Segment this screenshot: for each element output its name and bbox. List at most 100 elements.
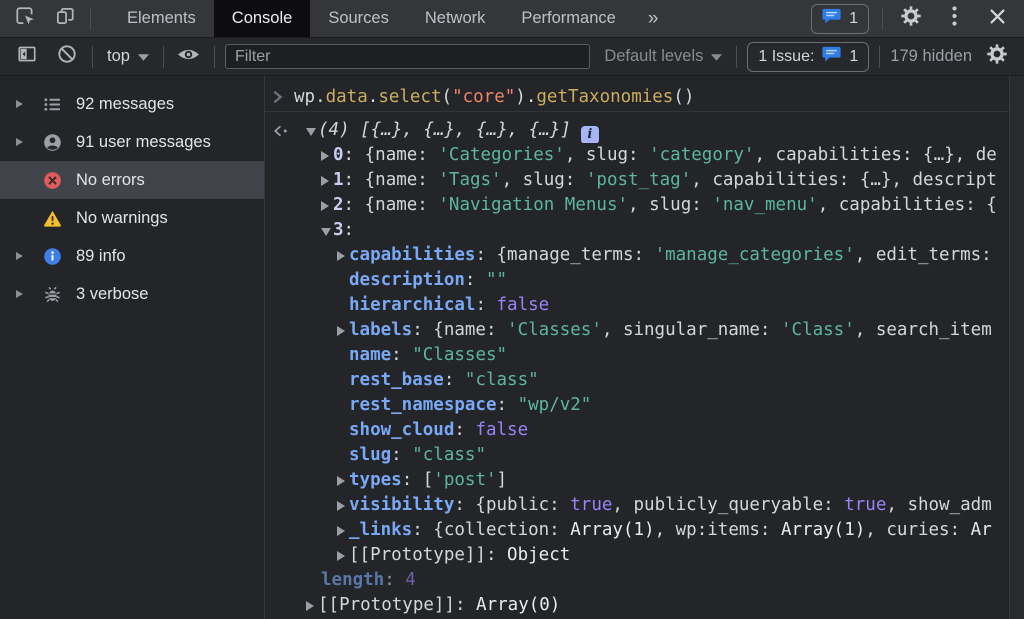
console-token: "" bbox=[486, 270, 507, 290]
console-token: , show_adm bbox=[886, 495, 991, 515]
expand-triangle-icon[interactable] bbox=[321, 151, 329, 161]
more-tabs-button[interactable]: » bbox=[634, 0, 673, 37]
console-token: . bbox=[368, 87, 379, 107]
console-token: : bbox=[391, 445, 412, 465]
hidden-messages-label: 179 hidden bbox=[890, 47, 972, 66]
separator bbox=[882, 8, 883, 30]
expand-triangle-icon[interactable] bbox=[337, 326, 345, 336]
tab-performance[interactable]: Performance bbox=[503, 0, 633, 37]
console-token: , publicly_queryable: bbox=[612, 495, 844, 515]
separator bbox=[214, 46, 215, 68]
context-label: top bbox=[107, 47, 130, 66]
console-token: "class" bbox=[465, 370, 539, 390]
console-messages-button[interactable]: 1 bbox=[811, 4, 869, 34]
console-row: [[Prototype]]: Array(0) bbox=[265, 593, 1009, 618]
expand-triangle-icon[interactable] bbox=[337, 526, 345, 536]
sidebar-item-messages[interactable]: 92 messages bbox=[0, 85, 264, 123]
return-icon bbox=[272, 124, 289, 137]
console-token: , slug: bbox=[628, 195, 712, 215]
expand-triangle-icon[interactable] bbox=[321, 176, 329, 186]
gear-icon bbox=[986, 43, 1008, 70]
tab-network[interactable]: Network bbox=[407, 0, 504, 37]
gear-icon bbox=[900, 5, 922, 32]
console-token: select bbox=[378, 87, 441, 107]
sidebar-item-label: No warnings bbox=[76, 209, 168, 228]
expand-triangle-icon[interactable] bbox=[337, 501, 345, 511]
expand-triangle-icon[interactable] bbox=[16, 138, 23, 146]
console-token: getTaxonomies bbox=[536, 87, 673, 107]
expand-triangle-icon[interactable] bbox=[337, 476, 345, 486]
create-live-expression-button[interactable] bbox=[174, 43, 204, 71]
log-levels-dropdown[interactable]: Default levels bbox=[600, 45, 726, 68]
console-token: 'Classes' bbox=[507, 320, 602, 340]
javascript-context-dropdown[interactable]: top bbox=[103, 45, 153, 68]
console-token: [[Prototype]] bbox=[349, 545, 486, 565]
console-token: types bbox=[349, 470, 402, 490]
sidebar-item-info[interactable]: 89 info bbox=[0, 237, 264, 275]
console-token: rest_base bbox=[349, 370, 444, 390]
toggle-device-toolbar-button[interactable] bbox=[50, 5, 80, 33]
console-token: , slug: bbox=[502, 170, 586, 190]
collapse-triangle-icon[interactable] bbox=[321, 228, 331, 236]
panel-tabs: ElementsConsoleSourcesNetworkPerformance bbox=[109, 0, 634, 37]
expand-triangle-icon[interactable] bbox=[16, 290, 23, 298]
console-token: 0 bbox=[333, 145, 344, 165]
console-command-row: wp.data.select("core").getTaxonomies() bbox=[265, 82, 1009, 112]
console-row: [[Prototype]]: Object bbox=[265, 543, 1009, 568]
messages-count: 1 bbox=[849, 10, 858, 28]
collapse-triangle-icon[interactable] bbox=[306, 128, 316, 136]
console-row: 2: {name: 'Navigation Menus', slug: 'nav… bbox=[265, 193, 1009, 218]
expand-triangle-icon[interactable] bbox=[16, 252, 23, 260]
warning-icon bbox=[42, 208, 62, 228]
customize-devtools-button[interactable] bbox=[939, 5, 969, 33]
console-token: wp. bbox=[294, 87, 326, 107]
console-insights-badge[interactable]: i bbox=[581, 126, 599, 144]
console-token: 4 bbox=[405, 570, 416, 590]
expand-triangle-icon[interactable] bbox=[306, 601, 314, 611]
sidebar-item-user-messages[interactable]: 91 user messages bbox=[0, 123, 264, 161]
issues-label: 1 Issue: bbox=[758, 48, 814, 66]
caret-down-icon bbox=[138, 47, 149, 66]
expand-triangle-icon[interactable] bbox=[337, 551, 345, 561]
issues-button[interactable]: 1 Issue: 1 bbox=[747, 42, 869, 72]
sidebar-item-label: No errors bbox=[76, 171, 145, 190]
console-settings-button[interactable] bbox=[982, 43, 1012, 71]
expand-triangle-icon[interactable] bbox=[321, 201, 329, 211]
clear-console-button[interactable] bbox=[52, 43, 82, 71]
settings-button[interactable] bbox=[896, 5, 926, 33]
console-token: ). bbox=[515, 87, 536, 107]
separator bbox=[879, 46, 880, 68]
console-token: "Classes" bbox=[412, 345, 507, 365]
console-token: 1 bbox=[333, 170, 344, 190]
console-token: 'manage_categories' bbox=[655, 245, 855, 265]
console-row: length: 4 bbox=[265, 568, 1009, 593]
tab-elements[interactable]: Elements bbox=[109, 0, 214, 37]
console-token: : bbox=[465, 270, 486, 290]
separator bbox=[92, 46, 93, 68]
sidebar-item-label: 91 user messages bbox=[76, 133, 211, 152]
inspect-element-button[interactable] bbox=[10, 5, 40, 33]
scrollbar[interactable] bbox=[1009, 76, 1024, 619]
console-token: 'category' bbox=[649, 145, 754, 165]
expand-triangle-icon[interactable] bbox=[16, 100, 23, 108]
console-row: slug: "class" bbox=[265, 443, 1009, 468]
tab-console[interactable]: Console bbox=[214, 0, 311, 37]
console-token: : {name: bbox=[344, 195, 439, 215]
tab-sources[interactable]: Sources bbox=[310, 0, 407, 37]
console-token: (4) [{…}, {…}, {…}, {…}] bbox=[318, 120, 571, 140]
toggle-console-sidebar-button[interactable] bbox=[12, 43, 42, 71]
separator bbox=[736, 46, 737, 68]
sidebar-item-no-errors[interactable]: No errors bbox=[0, 161, 264, 199]
tabbar-right-controls: 1 bbox=[811, 0, 1024, 37]
sidebar-item-verbose[interactable]: 3 verbose bbox=[0, 275, 264, 313]
console-token: "core" bbox=[452, 87, 515, 107]
expand-triangle-icon[interactable] bbox=[337, 251, 345, 261]
sidebar-item-no-warnings[interactable]: No warnings bbox=[0, 199, 264, 237]
close-devtools-button[interactable] bbox=[982, 5, 1012, 33]
console-token: Array(1) bbox=[781, 520, 865, 540]
filter-input[interactable] bbox=[225, 44, 590, 69]
console-token: description bbox=[349, 270, 465, 290]
console-token: 'post' bbox=[433, 470, 496, 490]
log-levels-label: Default levels bbox=[604, 47, 703, 66]
console-token: , curies: bbox=[865, 520, 970, 540]
